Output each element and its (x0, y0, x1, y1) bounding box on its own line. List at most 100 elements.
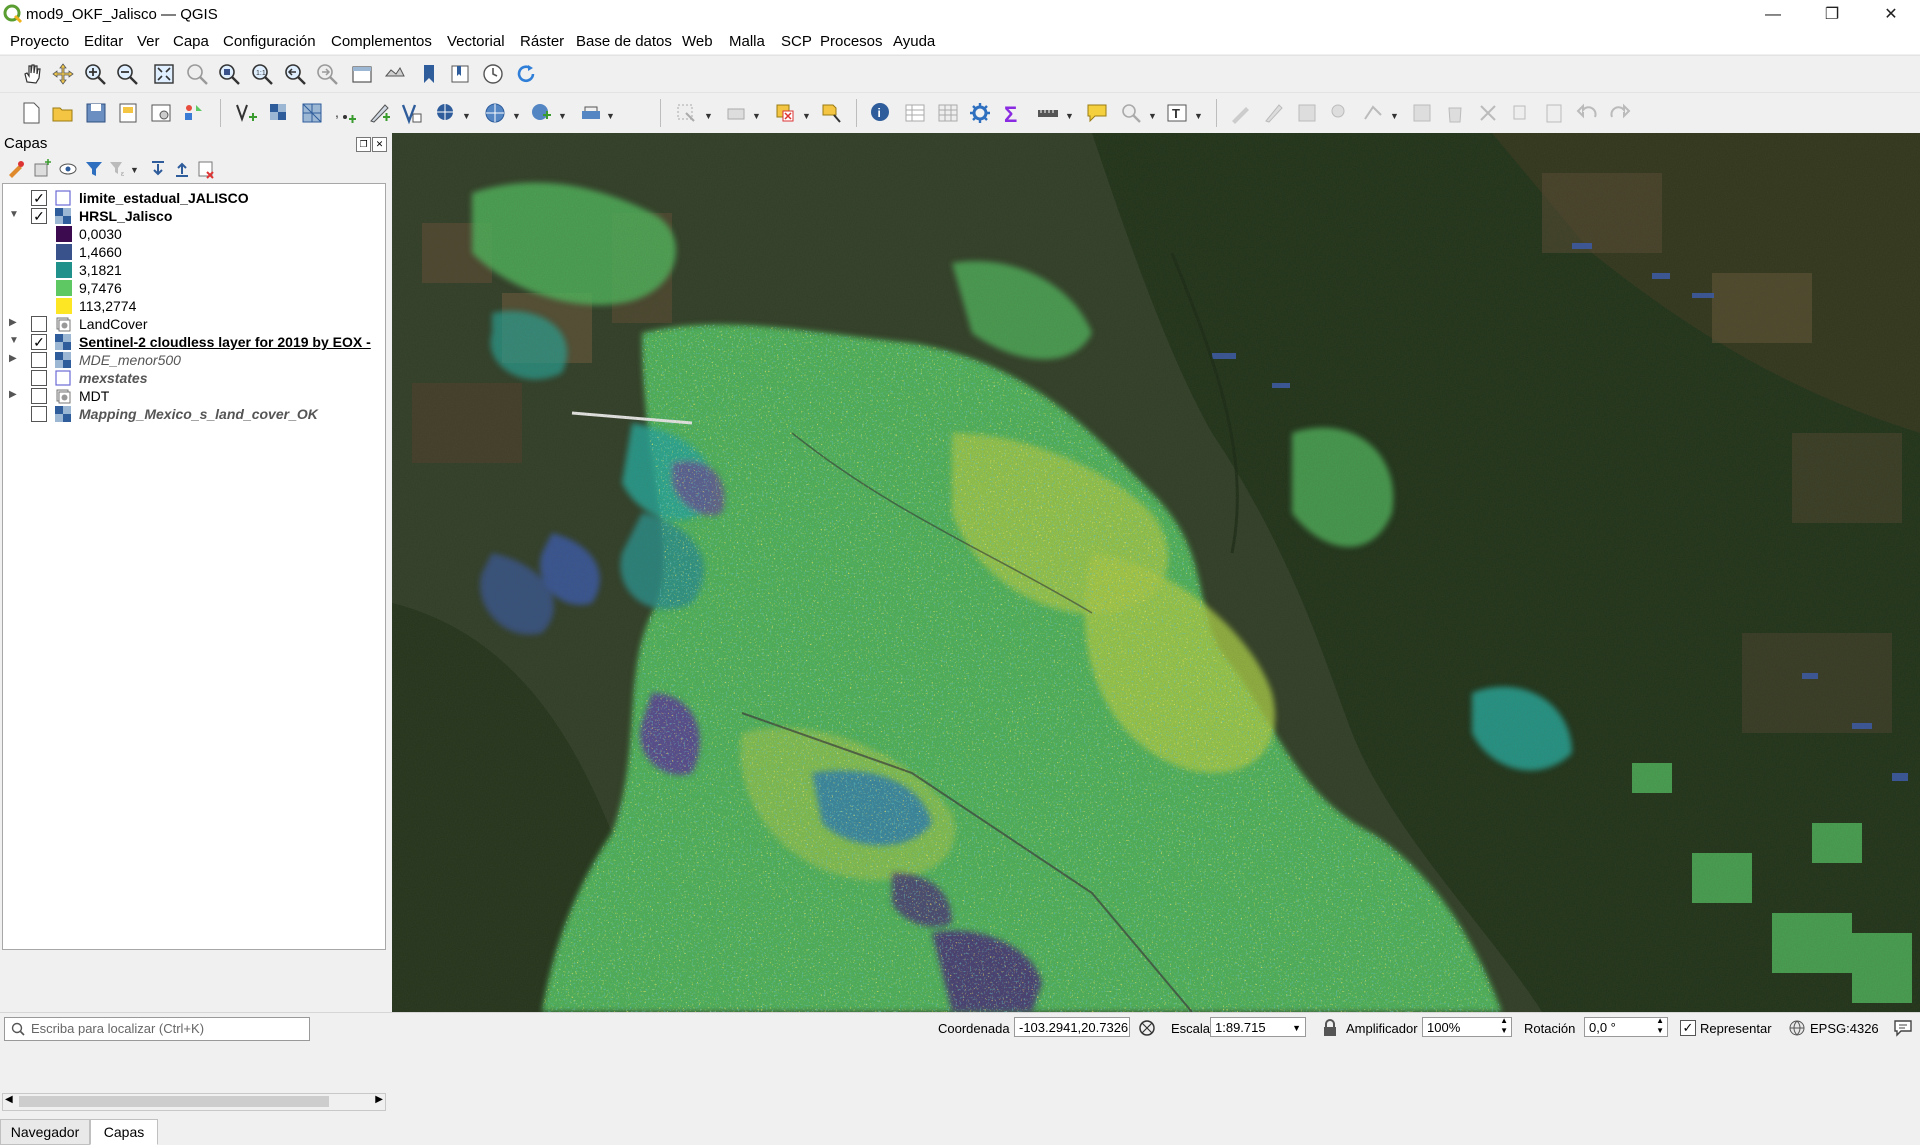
refresh-icon[interactable] (512, 60, 540, 88)
add-feature-icon[interactable] (1326, 99, 1354, 127)
deselect-dropdown-icon[interactable]: ▼ (802, 111, 811, 121)
new-map-view-icon[interactable] (348, 60, 376, 88)
pan-to-selection-icon[interactable] (49, 60, 77, 88)
magnifier-spinbox[interactable]: 100% ▲ ▼ (1422, 1016, 1512, 1037)
style-panel-icon[interactable] (6, 159, 26, 179)
add-raster-layer-icon[interactable] (265, 99, 293, 127)
crs-label[interactable]: EPSG:4326 (1810, 1021, 1879, 1036)
map-tips-icon[interactable] (1083, 99, 1111, 127)
modify-attributes-icon[interactable] (1408, 99, 1436, 127)
processing-toolbox-icon[interactable] (966, 99, 994, 127)
current-edits-icon[interactable] (1226, 99, 1254, 127)
menu-proyecto[interactable]: Proyecto (10, 33, 69, 50)
new-vector-layer-icon[interactable] (232, 99, 260, 127)
add-wfs-layer-icon[interactable] (481, 99, 509, 127)
layer-visibility-checkbox[interactable]: ✓ (31, 208, 47, 224)
new-print-layout-icon[interactable] (114, 99, 142, 127)
save-project-icon[interactable] (82, 99, 110, 127)
attribute-table-icon[interactable] (901, 99, 929, 127)
select-value-dropdown-icon[interactable]: ▼ (752, 111, 761, 121)
expand-all-icon[interactable] (148, 159, 168, 179)
copy-features-icon[interactable] (1507, 99, 1535, 127)
spin-arrows-icon[interactable]: ▲ ▼ (1500, 1016, 1508, 1036)
zoom-in-icon[interactable] (81, 60, 109, 88)
data-source-dropdown-icon[interactable]: ▼ (606, 111, 615, 121)
deselect-features-icon[interactable] (771, 99, 799, 127)
layer-visibility-checkbox[interactable]: ✓ (31, 190, 47, 206)
expand-arrow-icon[interactable]: ▶ (9, 389, 17, 400)
collapse-all-icon[interactable] (172, 159, 192, 179)
collapse-arrow-icon[interactable]: ▼ (9, 335, 19, 346)
float-panel-icon[interactable]: ❐ (356, 137, 371, 152)
text-annotation-icon[interactable]: T (1163, 99, 1191, 127)
add-wms-layer-icon[interactable] (432, 99, 460, 127)
menu-malla[interactable]: Malla (729, 33, 765, 50)
scrollbar-thumb[interactable] (19, 1096, 329, 1107)
data-source-manager-icon[interactable] (577, 99, 605, 127)
zoom-last-icon[interactable] (281, 60, 309, 88)
zoom-next-icon[interactable] (313, 60, 341, 88)
menu-procesos[interactable]: Procesos (820, 33, 883, 50)
delete-selected-icon[interactable] (1441, 99, 1469, 127)
filter-by-expression-icon[interactable]: ε (108, 159, 128, 179)
map-canvas[interactable] (392, 133, 1920, 1012)
layout-manager-icon[interactable] (147, 99, 175, 127)
select-dropdown-icon[interactable]: ▼ (704, 111, 713, 121)
crs-globe-icon[interactable] (1788, 1019, 1806, 1037)
style-manager-icon[interactable] (180, 99, 208, 127)
layer-visibility-checkbox[interactable] (31, 388, 47, 404)
temporal-controller-icon[interactable] (479, 60, 507, 88)
toggle-extents-icon[interactable] (1138, 1019, 1156, 1037)
chevron-down-icon[interactable]: ▼ (1292, 1018, 1301, 1038)
zoom-full-icon[interactable] (150, 60, 178, 88)
wfs-dropdown-icon[interactable]: ▼ (512, 111, 521, 121)
close-button[interactable]: ✕ (1862, 0, 1920, 30)
select-by-value-icon[interactable] (722, 99, 750, 127)
toggle-editing-icon[interactable] (1259, 99, 1287, 127)
lock-icon[interactable] (1322, 1019, 1338, 1037)
vertex-tool-icon[interactable] (1359, 99, 1387, 127)
menu-ayuda[interactable]: Ayuda (893, 33, 935, 50)
filter-dropdown-icon[interactable]: ▼ (130, 165, 139, 175)
paste-features-icon[interactable] (1540, 99, 1568, 127)
menu-configuracion[interactable]: Configuración (223, 33, 316, 50)
locator-dropdown-icon[interactable]: ▼ (1148, 111, 1157, 121)
select-location-icon[interactable] (818, 99, 846, 127)
remove-layer-icon[interactable] (196, 159, 216, 179)
add-wcs-layer-icon[interactable] (527, 99, 555, 127)
new-bookmark-icon[interactable] (415, 60, 443, 88)
add-mesh-layer-icon[interactable] (298, 99, 326, 127)
menu-ver[interactable]: Ver (137, 33, 160, 50)
open-field-calculator-icon[interactable] (934, 99, 962, 127)
new-project-icon[interactable] (17, 99, 45, 127)
expand-arrow-icon[interactable]: ▶ (9, 353, 17, 364)
menu-raster[interactable]: Ráster (520, 33, 564, 50)
pan-map-icon[interactable] (17, 60, 45, 88)
layer-visibility-checkbox[interactable] (31, 352, 47, 368)
locator-search[interactable]: Escriba para localizar (Ctrl+K) (4, 1017, 310, 1041)
menu-web[interactable]: Web (682, 33, 713, 50)
add-virtual-layer-icon[interactable] (398, 99, 426, 127)
coordinate-field[interactable]: -103.2941,20.7326 (1014, 1017, 1130, 1037)
identify-features-icon[interactable]: i (867, 99, 895, 127)
close-panel-icon[interactable]: ✕ (372, 137, 387, 152)
vertex-dropdown-icon[interactable]: ▼ (1390, 111, 1399, 121)
statistical-summary-icon[interactable]: Σ (999, 99, 1027, 127)
menu-editar[interactable]: Editar (84, 33, 123, 50)
layer-visibility-checkbox[interactable] (31, 370, 47, 386)
tab-capas[interactable]: Capas (90, 1119, 158, 1145)
cut-features-icon[interactable] (1474, 99, 1502, 127)
menu-scp[interactable]: SCP (781, 33, 812, 50)
new-3d-map-view-icon[interactable] (381, 60, 409, 88)
add-delimited-text-icon[interactable]: , (331, 99, 359, 127)
wcs-dropdown-icon[interactable]: ▼ (558, 111, 567, 121)
minimize-button[interactable]: — (1744, 0, 1802, 30)
expand-arrow-icon[interactable]: ▶ (9, 317, 17, 328)
open-project-icon[interactable] (49, 99, 77, 127)
show-bookmarks-icon[interactable] (446, 60, 474, 88)
scroll-left-icon[interactable]: ◀ (5, 1094, 13, 1105)
manage-visibility-icon[interactable] (58, 159, 78, 179)
menu-complementos[interactable]: Complementos (331, 33, 432, 50)
layer-visibility-checkbox[interactable] (31, 316, 47, 332)
locator-zoom-icon[interactable] (1117, 99, 1145, 127)
